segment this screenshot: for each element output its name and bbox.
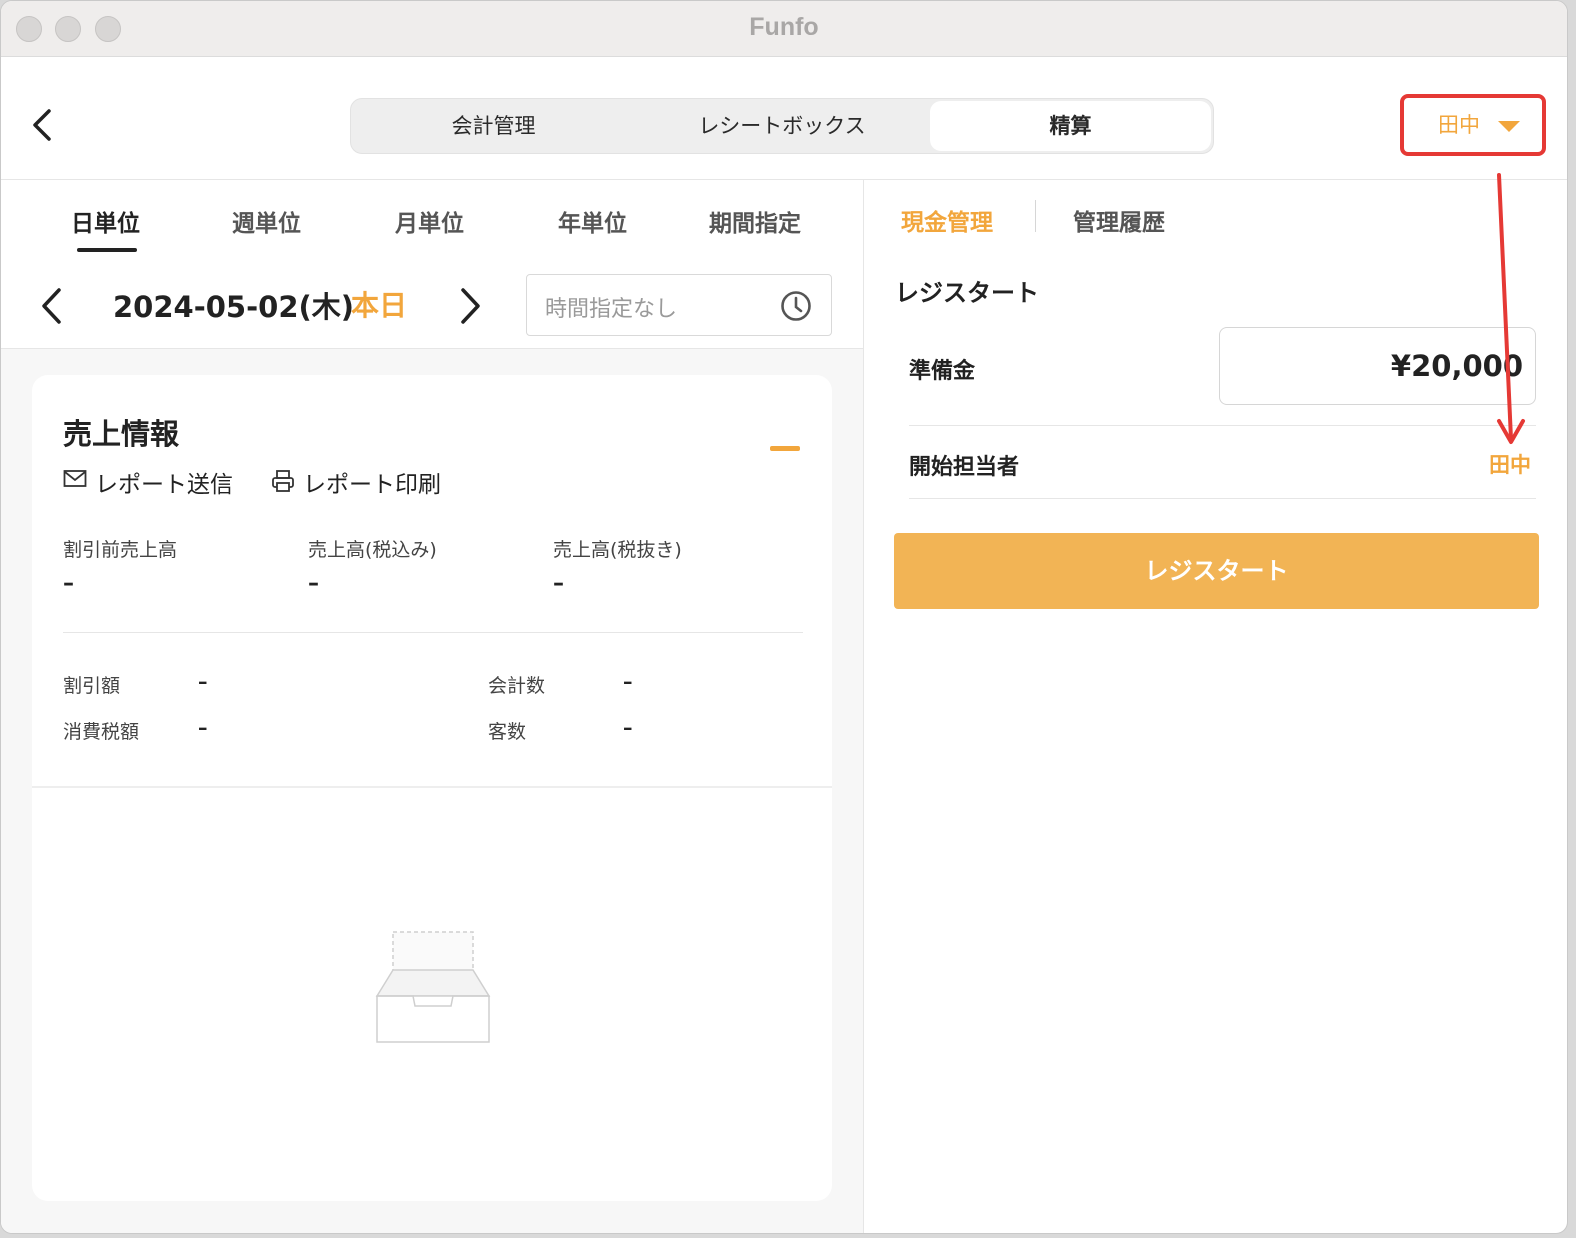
caret-down-icon <box>1498 121 1520 132</box>
period-tab-range[interactable]: 期間指定 <box>709 204 801 238</box>
stat-label: 客数 <box>488 721 527 743</box>
print-report-label: レポート印刷 <box>303 472 441 498</box>
metric-label: 売上高(税込み) <box>308 539 437 561</box>
title-bar: Funfo <box>1 1 1567 57</box>
tab-settlement[interactable]: 精算 <box>930 101 1211 151</box>
float-label: 準備金 <box>909 359 976 384</box>
stat-label: 消費税額 <box>63 721 140 743</box>
clock-icon <box>781 291 811 321</box>
minus-icon[interactable] <box>770 446 800 451</box>
stat-value: – <box>198 717 208 739</box>
period-tab-week[interactable]: 週単位 <box>232 204 301 238</box>
register-start-button[interactable]: レジスタート <box>894 533 1539 609</box>
active-period-indicator <box>77 248 137 252</box>
stat-value: – <box>198 671 208 693</box>
float-amount-input[interactable]: ¥20,000 <box>1219 327 1536 405</box>
back-button[interactable] <box>27 105 63 145</box>
metric-value: – <box>308 571 319 596</box>
user-name: 田中 <box>1438 113 1480 137</box>
metric-label: 割引前売上高 <box>63 539 178 561</box>
tab-receipt-box[interactable]: レシートボックス <box>636 99 928 153</box>
chevron-right-icon[interactable] <box>457 286 485 326</box>
today-badge: 本日 <box>351 289 408 322</box>
stat-value: – <box>623 717 633 739</box>
period-tab-year[interactable]: 年単位 <box>558 204 627 238</box>
empty-box-icon <box>375 931 491 1043</box>
row-divider <box>909 425 1536 426</box>
metric-value: – <box>553 571 564 596</box>
period-tab-month[interactable]: 月単位 <box>395 204 464 238</box>
tab-separator <box>1035 200 1036 232</box>
metric-label: 売上高(税抜き) <box>553 539 682 561</box>
period-controls: 日単位 週単位 月単位 年単位 期間指定 2024-05-02(木) 本日 時間… <box>1 180 863 349</box>
stat-value: – <box>623 671 633 693</box>
staff-label: 開始担当者 <box>909 455 1020 480</box>
printer-icon <box>272 470 294 492</box>
card-divider <box>63 632 803 633</box>
send-report-button[interactable]: レポート送信 <box>63 465 233 499</box>
row-divider <box>909 498 1536 499</box>
stat-label: 会計数 <box>488 675 546 697</box>
send-report-label: レポート送信 <box>95 472 233 498</box>
print-report-button[interactable]: レポート印刷 <box>271 465 441 499</box>
left-pane: 日単位 週単位 月単位 年単位 期間指定 2024-05-02(木) 本日 時間… <box>1 180 863 1233</box>
mail-icon <box>63 470 87 487</box>
card-title: 売上情報 <box>63 417 180 451</box>
stat-label: 割引額 <box>63 675 121 697</box>
back-chevron-icon <box>33 109 51 141</box>
current-date: 2024-05-02(木) <box>113 290 355 324</box>
metric-value: – <box>63 571 74 596</box>
chevron-left-icon[interactable] <box>37 286 65 326</box>
staff-value: 田中 <box>1489 453 1531 477</box>
tab-accounting[interactable]: 会計管理 <box>351 99 636 153</box>
register-start-heading: レジスタート <box>895 279 1039 307</box>
period-tab-day[interactable]: 日単位 <box>71 204 140 238</box>
time-filter-placeholder: 時間指定なし <box>545 297 678 322</box>
pane-divider <box>863 180 864 1233</box>
user-selector-button[interactable]: 田中 <box>1400 94 1546 156</box>
tab-cash-management[interactable]: 現金管理 <box>901 203 993 237</box>
main-segmented-control: 会計管理 レシートボックス 精算 <box>350 98 1214 154</box>
card-section-divider <box>32 786 832 788</box>
tab-history[interactable]: 管理履歴 <box>1073 203 1165 237</box>
app-window: Funfo 会計管理 レシートボックス 精算 田中 日単位 週単位 月単位 年単… <box>0 0 1568 1234</box>
sales-info-card: 売上情報 レポート送信 レポート印刷 割引前売上高 – 売上高(税込み) – 売… <box>32 375 832 1201</box>
time-filter-input[interactable]: 時間指定なし <box>526 274 832 336</box>
window-title: Funfo <box>749 13 819 41</box>
